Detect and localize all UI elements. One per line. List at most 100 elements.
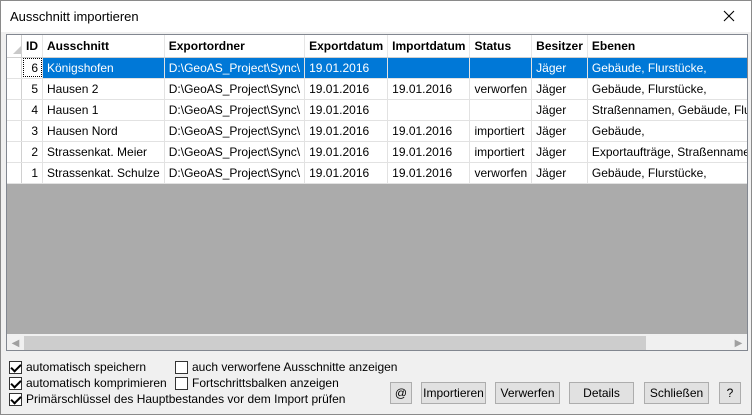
cell-exportordner[interactable]: D:\GeoAS_Project\Sync\ [164, 78, 306, 100]
show-progress-checkbox[interactable]: Fortschrittsbalken anzeigen [175, 376, 339, 390]
check-primary-key-checkbox[interactable]: Primärschlüssel des Hauptbestandes vor d… [9, 392, 345, 406]
cell-exportdatum[interactable]: 19.01.2016 [304, 99, 389, 121]
header-row: ID Ausschnitt Exportordner Exportdatum I… [7, 35, 747, 58]
cell-ebenen[interactable]: Gebäude, Flurstücke, [587, 57, 747, 79]
cutout-table: ID Ausschnitt Exportordner Exportdatum I… [7, 35, 747, 184]
table-row[interactable]: 5 Hausen 2 D:\GeoAS_Project\Sync\ 19.01.… [7, 78, 747, 100]
column-header-exportdatum[interactable]: Exportdatum [304, 35, 389, 58]
close-window-button[interactable] [707, 1, 751, 31]
corner-triangle-icon [13, 46, 21, 55]
at-button[interactable]: @ [390, 382, 412, 404]
cell-exportordner[interactable]: D:\GeoAS_Project\Sync\ [164, 162, 306, 184]
cell-ausschnitt[interactable]: Strassenkat. Meier [42, 141, 165, 163]
cell-exportdatum[interactable]: 19.01.2016 [304, 57, 389, 79]
cell-status[interactable] [469, 57, 533, 79]
cutout-grid: ID Ausschnitt Exportordner Exportdatum I… [6, 34, 748, 351]
cell-importdatum[interactable] [387, 57, 471, 79]
column-header-status[interactable]: Status [469, 35, 533, 58]
cell-ebenen[interactable]: Gebäude, Flurstücke, [587, 162, 747, 184]
table-row[interactable]: 1 Strassenkat. Schulze D:\GeoAS_Project\… [7, 162, 747, 184]
cell-besitzer[interactable]: Jäger [531, 162, 588, 184]
cell-id[interactable]: 1 [21, 162, 43, 184]
cell-ebenen[interactable]: Straßennamen, Gebäude, Flurst [587, 99, 747, 121]
select-all-corner[interactable] [7, 35, 22, 58]
cell-ausschnitt[interactable]: Hausen Nord [42, 120, 165, 142]
cell-exportordner[interactable]: D:\GeoAS_Project\Sync\ [164, 57, 306, 79]
row-header[interactable] [7, 141, 22, 163]
checkbox-box[interactable] [9, 376, 22, 390]
cell-ausschnitt[interactable]: Hausen 1 [42, 99, 165, 121]
cell-status[interactable]: verworfen [469, 78, 533, 100]
cell-status[interactable]: importiert [469, 141, 533, 163]
cell-importdatum[interactable]: 19.01.2016 [387, 78, 471, 100]
cell-status[interactable]: verworfen [469, 162, 533, 184]
column-header-ebenen[interactable]: Ebenen [587, 35, 747, 58]
show-rejected-checkbox[interactable]: auch verworfene Ausschnitte anzeigen [175, 360, 397, 374]
cell-id[interactable]: 5 [21, 78, 43, 100]
checkbox-box[interactable] [175, 376, 188, 390]
row-header[interactable] [7, 78, 22, 100]
checkbox-box[interactable] [9, 360, 22, 374]
details-button[interactable]: Details [569, 382, 634, 404]
cell-exportdatum[interactable]: 19.01.2016 [304, 141, 389, 163]
close-icon [723, 10, 735, 22]
cell-ausschnitt[interactable]: Königshofen [42, 57, 165, 79]
scroll-left-button[interactable]: ◀ [7, 335, 24, 351]
cell-besitzer[interactable]: Jäger [531, 57, 588, 79]
cell-status[interactable] [469, 99, 533, 121]
reject-button[interactable]: Verwerfen [495, 382, 560, 404]
cell-ebenen[interactable]: Gebäude, Flurstücke, [587, 78, 747, 100]
auto-save-checkbox[interactable]: automatisch speichern [9, 360, 146, 374]
checkbox-box[interactable] [175, 360, 188, 374]
grid-viewport: ID Ausschnitt Exportordner Exportdatum I… [7, 35, 747, 334]
column-header-importdatum[interactable]: Importdatum [387, 35, 471, 58]
scroll-right-button[interactable]: ▶ [730, 335, 747, 351]
close-button[interactable]: Schließen [644, 382, 709, 404]
cell-id[interactable]: 4 [21, 99, 43, 121]
table-row[interactable]: 4 Hausen 1 D:\GeoAS_Project\Sync\ 19.01.… [7, 99, 747, 121]
auto-compress-label: automatisch komprimieren [26, 376, 167, 390]
scrollbar-thumb[interactable] [24, 336, 646, 350]
column-header-besitzer[interactable]: Besitzer [531, 35, 588, 58]
chevron-right-icon: ▶ [734, 337, 743, 349]
cell-id[interactable]: 2 [21, 141, 43, 163]
cell-exportordner[interactable]: D:\GeoAS_Project\Sync\ [164, 141, 306, 163]
cell-ausschnitt[interactable]: Hausen 2 [42, 78, 165, 100]
cell-besitzer[interactable]: Jäger [531, 141, 588, 163]
cell-ebenen[interactable]: Gebäude, [587, 120, 747, 142]
cell-importdatum[interactable]: 19.01.2016 [387, 162, 471, 184]
column-header-id[interactable]: ID [21, 35, 43, 58]
auto-compress-checkbox[interactable]: automatisch komprimieren [9, 376, 167, 390]
cell-importdatum[interactable]: 19.01.2016 [387, 120, 471, 142]
cell-besitzer[interactable]: Jäger [531, 120, 588, 142]
cell-exportdatum[interactable]: 19.01.2016 [304, 78, 389, 100]
row-header[interactable] [7, 57, 22, 79]
table-row[interactable]: 6 Königshofen D:\GeoAS_Project\Sync\ 19.… [7, 57, 747, 79]
cell-importdatum[interactable]: 19.01.2016 [387, 141, 471, 163]
cell-importdatum[interactable] [387, 99, 471, 121]
table-row[interactable]: 3 Hausen Nord D:\GeoAS_Project\Sync\ 19.… [7, 120, 747, 142]
cell-exportdatum[interactable]: 19.01.2016 [304, 120, 389, 142]
table-row[interactable]: 2 Strassenkat. Meier D:\GeoAS_Project\Sy… [7, 141, 747, 163]
checkbox-box[interactable] [9, 392, 22, 406]
row-header[interactable] [7, 162, 22, 184]
horizontal-scrollbar[interactable]: ◀ ▶ [7, 334, 747, 350]
cell-id[interactable]: 3 [21, 120, 43, 142]
cell-id[interactable]: 6 [21, 57, 43, 79]
cell-ausschnitt[interactable]: Strassenkat. Schulze [42, 162, 165, 184]
auto-save-label: automatisch speichern [26, 360, 147, 374]
column-header-ausschnitt[interactable]: Ausschnitt [42, 35, 165, 58]
help-button[interactable]: ? [719, 382, 741, 404]
cell-besitzer[interactable]: Jäger [531, 99, 588, 121]
row-header[interactable] [7, 99, 22, 121]
column-header-exportordner[interactable]: Exportordner [164, 35, 306, 58]
cell-exportordner[interactable]: D:\GeoAS_Project\Sync\ [164, 120, 306, 142]
import-button[interactable]: Importieren [421, 382, 486, 404]
cell-ebenen[interactable]: Exportaufträge, Straßennamen, [587, 141, 747, 163]
cell-status[interactable]: importiert [469, 120, 533, 142]
row-header[interactable] [7, 120, 22, 142]
check-primary-key-label: Primärschlüssel des Hauptbestandes vor d… [26, 392, 346, 406]
cell-besitzer[interactable]: Jäger [531, 78, 588, 100]
cell-exportdatum[interactable]: 19.01.2016 [304, 162, 389, 184]
cell-exportordner[interactable]: D:\GeoAS_Project\Sync\ [164, 99, 306, 121]
